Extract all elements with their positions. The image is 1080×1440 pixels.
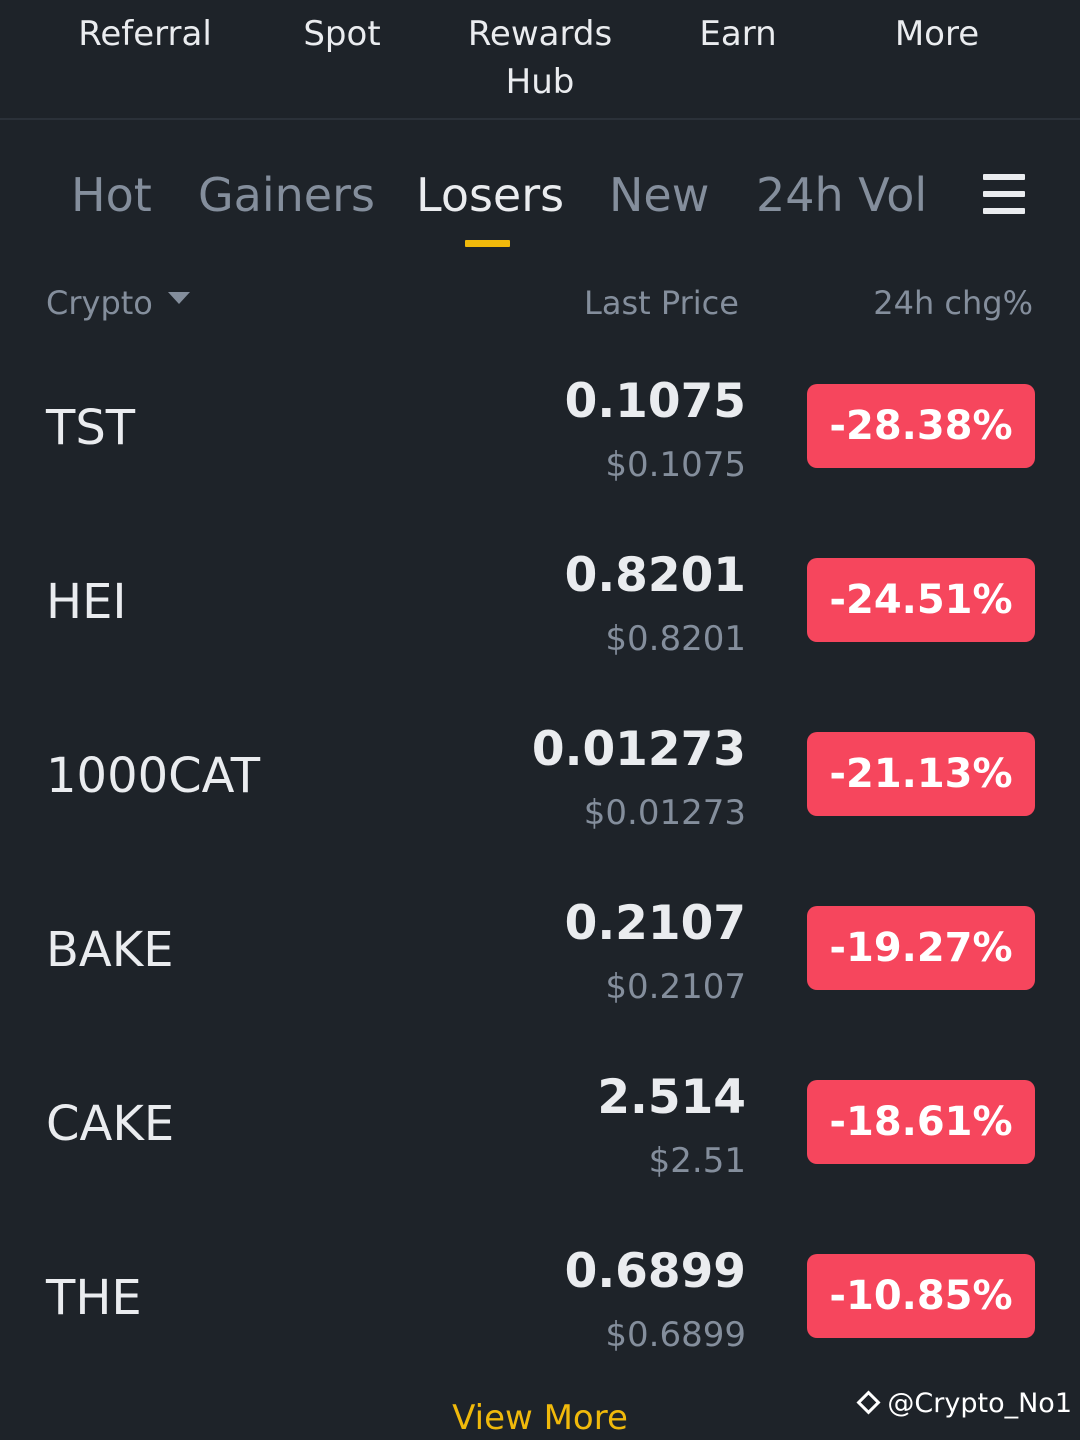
column-header-24h-change[interactable]: 24h chg% [873,282,1033,324]
market-row-hei[interactable]: HEI 0.8201 $0.8201 -24.51% [0,524,1080,698]
row-symbol: BAKE [46,922,174,978]
tab-24h-vol[interactable]: 24h Vol [756,164,927,226]
row-change-badge[interactable]: -10.85% [807,1254,1035,1338]
row-usd-price: $0.1075 [605,445,746,485]
row-last-price: 2.514 [597,1070,746,1125]
row-change-badge[interactable]: -24.51% [807,558,1035,642]
row-last-price: 0.1075 [564,374,746,429]
active-tab-indicator [465,240,510,247]
market-row-the[interactable]: THE 0.6899 $0.6899 -10.85% [0,1220,1080,1394]
row-symbol: CAKE [46,1096,175,1152]
row-usd-price: $0.6899 [605,1315,746,1355]
binance-diamond-icon [856,1390,881,1415]
tab-new[interactable]: New [609,164,709,226]
market-tabs: Hot Gainers Losers New 24h Vol [0,140,1080,260]
top-nav-more[interactable]: More [895,10,979,58]
top-nav-rewards-hub[interactable]: Rewards Hub [468,10,612,106]
row-usd-price: $0.8201 [605,619,746,659]
market-row-cake[interactable]: CAKE 2.514 $2.51 -18.61% [0,1046,1080,1220]
watermark: @Crypto_No1 [856,1386,1072,1422]
column-header-last-price[interactable]: Last Price [584,282,739,324]
row-usd-price: $0.01273 [583,793,746,833]
hamburger-menu-icon[interactable] [983,174,1027,214]
watermark-handle: @Crypto_No1 [887,1388,1072,1419]
row-usd-price: $2.51 [648,1141,746,1181]
market-row-tst[interactable]: TST 0.1075 $0.1075 -28.38% [0,350,1080,524]
row-last-price: 0.2107 [564,896,746,951]
row-change-badge[interactable]: -21.13% [807,732,1035,816]
row-change-badge[interactable]: -28.38% [807,384,1035,468]
market-row-bake[interactable]: BAKE 0.2107 $0.2107 -19.27% [0,872,1080,1046]
market-row-1000cat[interactable]: 1000CAT 0.01273 $0.01273 -21.13% [0,698,1080,872]
row-last-price: 0.6899 [564,1244,746,1299]
row-last-price: 0.01273 [531,722,746,777]
top-nav: Referral Spot Rewards Hub Earn More [0,0,1080,120]
column-header-crypto[interactable]: Crypto [46,282,153,324]
row-symbol: 1000CAT [46,748,261,804]
top-nav-earn[interactable]: Earn [699,10,776,58]
row-usd-price: $0.2107 [605,967,746,1007]
row-symbol: THE [46,1270,142,1326]
tab-losers[interactable]: Losers [416,164,564,226]
row-symbol: TST [46,400,136,456]
top-nav-spot[interactable]: Spot [303,10,380,58]
tab-hot[interactable]: Hot [71,164,152,226]
top-nav-referral[interactable]: Referral [78,10,212,58]
row-symbol: HEI [46,574,127,630]
row-last-price: 0.8201 [564,548,746,603]
row-change-badge[interactable]: -19.27% [807,906,1035,990]
row-change-badge[interactable]: -18.61% [807,1080,1035,1164]
tab-gainers[interactable]: Gainers [198,164,375,226]
caret-down-icon[interactable] [168,292,190,304]
